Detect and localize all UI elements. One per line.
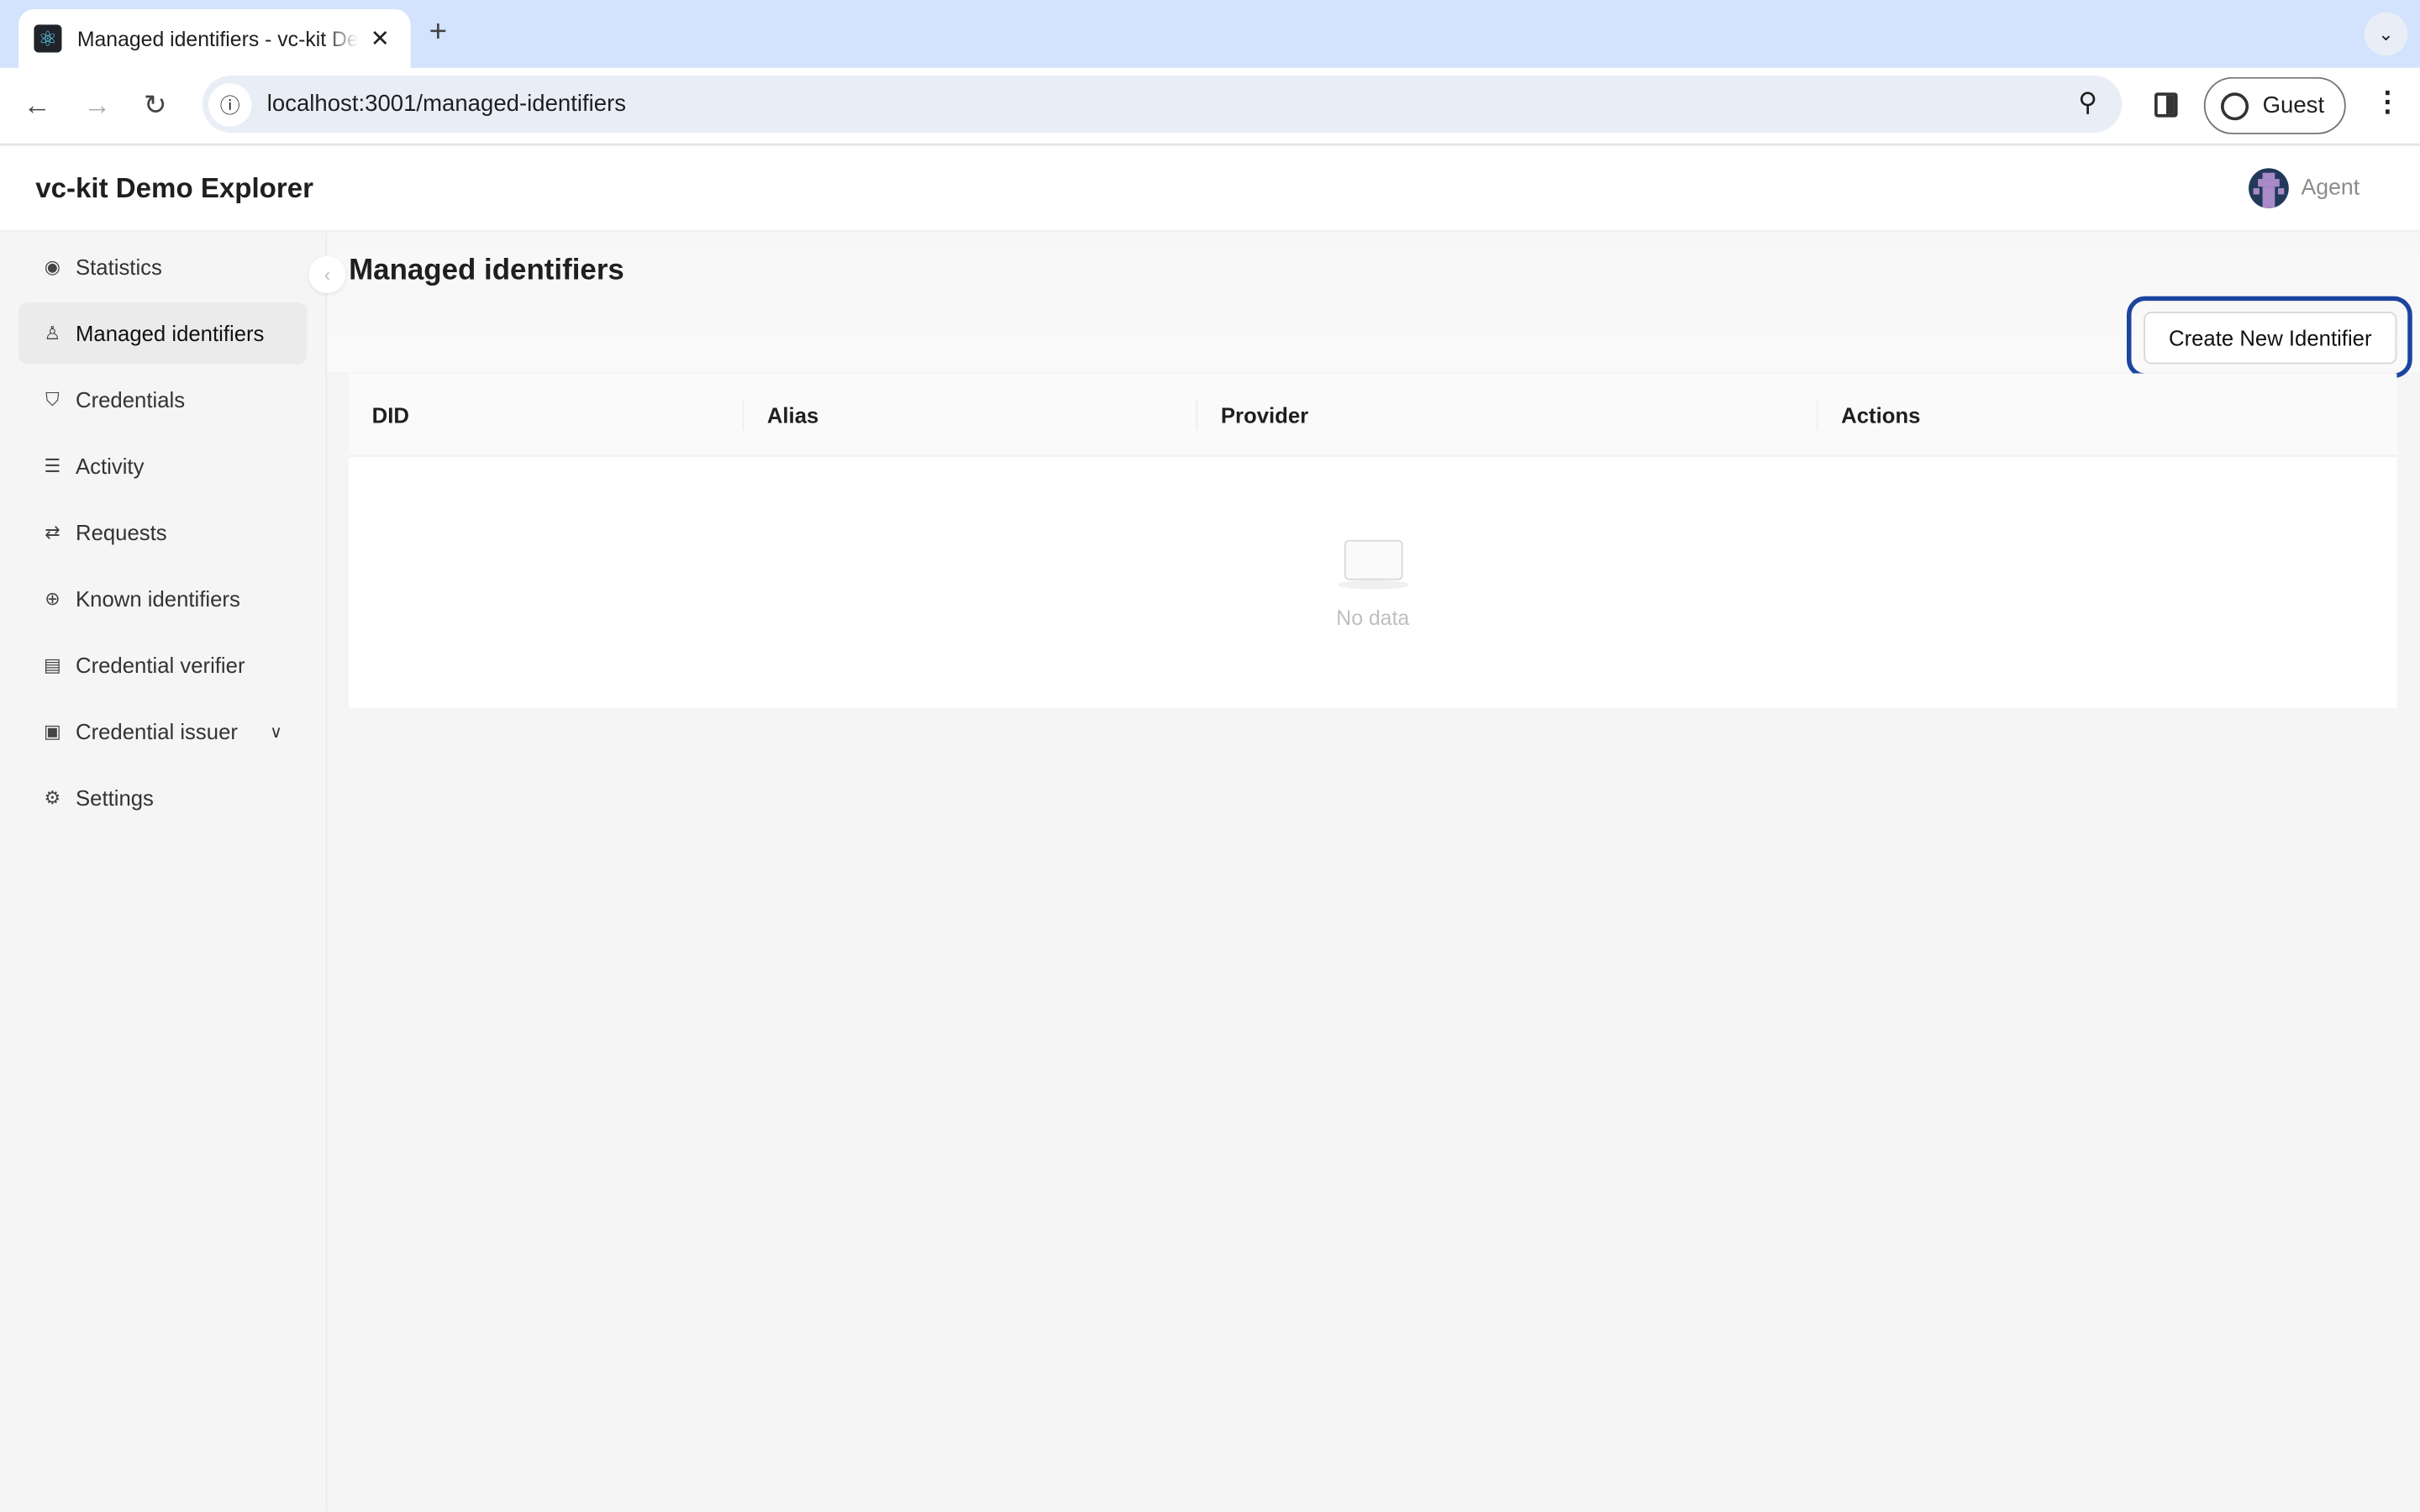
profile-label: Guest <box>2262 92 2325 119</box>
sidebar: ◉ Statistics ♙ Managed identifiers ⛉ Creden… <box>0 233 328 1512</box>
profile-button[interactable]: Guest <box>2203 76 2346 134</box>
page-title: Managed identifiers <box>349 255 624 287</box>
url-text[interactable]: localhost:3001/managed-identifiers <box>267 91 626 117</box>
sidebar-item-label: Statistics <box>75 255 162 280</box>
sidebar-item-label: Known identifiers <box>75 585 240 612</box>
sidebar-item-managed-identifiers[interactable]: ♙ Managed identifiers <box>18 302 308 365</box>
address-bar[interactable]: ⓘ localhost:3001/managed-identifiers ⚲ <box>202 75 2123 133</box>
collapse-sidebar-button[interactable]: ‹ <box>308 255 346 293</box>
list-icon: ☰ <box>44 454 61 477</box>
browser-tab[interactable]: ⚛ Managed identifiers - vc-kit Demo Expl… <box>18 9 411 68</box>
react-favicon-icon: ⚛ <box>34 24 62 53</box>
column-divider <box>742 399 744 431</box>
zoom-icon[interactable]: ⚲ <box>2078 88 2097 119</box>
table-header: DID Alias Provider Actions <box>349 373 2397 457</box>
tab-strip: ⚛ Managed identifiers - vc-kit Demo Expl… <box>0 0 2420 68</box>
sidebar-item-label: Requests <box>75 519 167 545</box>
back-icon[interactable]: ← <box>24 90 51 123</box>
sidebar-item-credential-verifier[interactable]: ▤ Credential verifier <box>18 634 307 696</box>
swap-icon: ⇄ <box>45 521 60 543</box>
chevron-down-icon: ∨ <box>270 722 283 742</box>
user-icon: ♙ <box>44 322 61 344</box>
more-menu-icon[interactable]: ⋮ <box>2374 87 2402 119</box>
tab-title: Managed identifiers - vc-kit Demo Explor… <box>76 27 359 50</box>
new-tab-icon[interactable]: + <box>429 15 447 50</box>
column-header-actions: Actions <box>1841 402 1921 428</box>
sidebar-item-known-identifiers[interactable]: ⊕ Known identifiers <box>18 568 307 629</box>
sidebar-item-settings[interactable]: ⚙ Settings <box>18 767 307 828</box>
column-header-provider: Provider <box>1220 402 1309 428</box>
forward-icon[interactable]: → <box>83 90 111 123</box>
side-panel-icon[interactable] <box>2154 92 2178 118</box>
sidebar-item-label: Credentials <box>75 387 186 412</box>
site-info-icon[interactable]: ⓘ <box>208 82 252 126</box>
column-divider <box>1816 399 1818 431</box>
sidebar-item-requests[interactable]: ⇄ Requests <box>18 501 307 563</box>
gear-icon: ⚙ <box>44 786 61 809</box>
browser-toolbar: ← → ↻ ⓘ localhost:3001/managed-identifie… <box>0 67 2420 145</box>
file-check-icon: ▤ <box>44 654 61 676</box>
tab-search-chevron-icon[interactable]: ⌄ <box>2364 12 2408 56</box>
sidebar-item-label: Managed identifiers <box>75 321 265 346</box>
close-tab-icon[interactable]: ✕ <box>371 24 390 52</box>
empty-state: No data <box>349 528 2396 629</box>
eye-icon: ◉ <box>44 255 61 278</box>
shield-check-icon: ⛉ <box>45 387 60 410</box>
identifiers-table: DID Alias Provider Actions No data <box>349 373 2397 709</box>
empty-text: No data <box>1336 606 1410 630</box>
column-divider <box>1196 399 1198 431</box>
sidebar-item-credentials[interactable]: ⛉ Credentials <box>18 369 307 430</box>
account-icon <box>2221 92 2249 120</box>
page-header-area <box>327 233 2420 372</box>
sidebar-item-label: Activity <box>75 453 145 479</box>
app-brand: vc-kit Demo Explorer <box>35 172 313 204</box>
sidebar-item-activity[interactable]: ☰ Activity <box>18 435 307 496</box>
create-new-identifier-button[interactable]: Create New Identifier <box>2144 312 2397 365</box>
column-header-did: DID <box>371 402 409 428</box>
terminal-icon: ▣ <box>44 720 61 743</box>
globe-icon: ⊕ <box>45 587 60 610</box>
sidebar-item-credential-issuer[interactable]: ▣ Credential issuer ∨ <box>18 701 307 762</box>
column-header-alias: Alias <box>766 402 819 428</box>
user-name[interactable]: Agent <box>2302 176 2360 200</box>
sidebar-item-label: Settings <box>75 785 154 811</box>
empty-inbox-icon <box>1337 528 1408 590</box>
app-header: vc-kit Demo Explorer Agent <box>0 146 2420 232</box>
reload-icon[interactable]: ↻ <box>144 90 167 123</box>
sidebar-item-label: Credential verifier <box>75 652 245 678</box>
sidebar-item-label: Credential issuer <box>75 718 238 744</box>
avatar[interactable] <box>2249 168 2289 208</box>
sidebar-item-statistics[interactable]: ◉ Statistics <box>18 236 307 297</box>
